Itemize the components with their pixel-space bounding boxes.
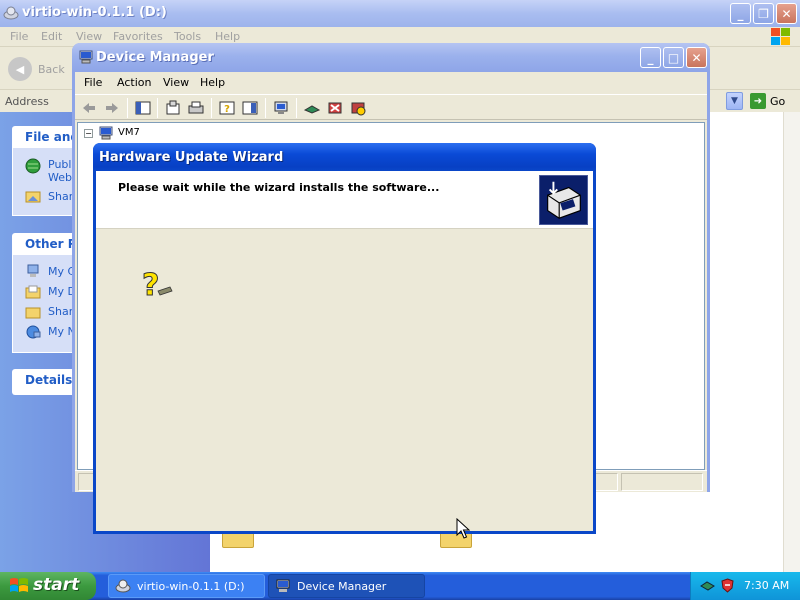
menu-view[interactable]: View: [163, 76, 189, 89]
back-arrow-icon: ◀: [8, 57, 32, 81]
disable-icon[interactable]: [350, 100, 366, 116]
back-button[interactable]: ◀ Back: [8, 57, 65, 81]
toolbar-separator: [296, 98, 297, 118]
go-arrow-icon: ➜: [750, 93, 766, 109]
address-dropdown-button[interactable]: ▼: [726, 92, 743, 110]
console-tree-icon[interactable]: [242, 100, 258, 116]
minimize-button[interactable]: _: [730, 3, 751, 24]
back-icon[interactable]: [81, 100, 97, 116]
clock: 7:30 AM: [744, 579, 790, 592]
vertical-scrollbar[interactable]: [783, 112, 800, 572]
hardware-update-wizard-dialog: Hardware Update Wizard Please wait while…: [93, 143, 596, 534]
task-publish[interactable]: Publi: [48, 158, 75, 171]
hardware-tray-icon[interactable]: [700, 578, 715, 593]
go-button[interactable]: ➜ Go: [750, 93, 785, 109]
scan-hardware-icon[interactable]: [273, 100, 289, 116]
taskbar-button-label: Device Manager: [297, 579, 387, 593]
close-button[interactable]: ✕: [686, 47, 707, 68]
task-web[interactable]: Web: [48, 171, 72, 184]
cd-drive-icon: [3, 6, 19, 20]
print-icon[interactable]: [188, 100, 204, 116]
menu-help[interactable]: Help: [215, 30, 240, 43]
status-cell: [621, 473, 703, 491]
cd-drive-icon: [115, 579, 131, 593]
toolbar-separator: [211, 98, 212, 118]
tree-root-label[interactable]: VM7: [118, 127, 140, 138]
taskbar: start virtio-win-0.1.1 (D:) Device Manag…: [0, 572, 800, 600]
windows-logo-icon: [771, 28, 790, 45]
back-label: Back: [38, 62, 65, 76]
maximize-button[interactable]: □: [663, 47, 684, 68]
shared-folder-icon: [25, 307, 41, 319]
menu-favorites[interactable]: Favorites: [113, 30, 163, 43]
menu-file[interactable]: File: [84, 76, 102, 89]
show-hide-tree-icon[interactable]: [135, 100, 151, 116]
explorer-title-bar[interactable]: virtio-win-0.1.1 (D:) _ ❐ ✕: [0, 0, 800, 27]
menu-tools[interactable]: Tools: [174, 30, 201, 43]
wizard-body: Please wait while the wizard installs th…: [96, 171, 593, 531]
toolbar-separator: [265, 98, 266, 118]
uninstall-icon[interactable]: [327, 100, 343, 116]
my-documents-icon: [25, 285, 41, 299]
wizard-header: Please wait while the wizard installs th…: [96, 171, 593, 229]
address-label: Address: [5, 95, 49, 108]
menu-view[interactable]: View: [76, 30, 102, 43]
globe-icon: [25, 158, 41, 174]
security-shield-icon[interactable]: [720, 578, 735, 593]
menu-edit[interactable]: Edit: [41, 30, 62, 43]
device-manager-toolbar: ?: [75, 94, 707, 120]
taskbar-button-device-manager[interactable]: Device Manager: [268, 574, 425, 598]
forward-icon[interactable]: [104, 100, 120, 116]
my-computer-icon: [27, 264, 39, 277]
start-label: start: [33, 575, 80, 595]
place-shared[interactable]: Shar: [48, 305, 73, 318]
svg-text:?: ?: [142, 268, 159, 303]
share-folder-icon: [25, 191, 41, 203]
menu-help[interactable]: Help: [200, 76, 225, 89]
minimize-button[interactable]: _: [640, 47, 661, 68]
windows-flag-icon: [10, 578, 28, 592]
mouse-cursor-icon: [456, 518, 470, 539]
wizard-title: Hardware Update Wizard: [99, 150, 284, 165]
wizard-heading: Please wait while the wizard installs th…: [118, 181, 440, 194]
tree-collapse-toggle[interactable]: −: [84, 129, 93, 138]
menu-file[interactable]: File: [10, 30, 28, 43]
system-tray: 7:30 AM: [690, 572, 800, 600]
svg-text:?: ?: [224, 104, 230, 115]
close-button[interactable]: ✕: [776, 3, 797, 24]
go-label: Go: [770, 94, 786, 108]
my-network-icon: [26, 325, 41, 339]
update-driver-icon[interactable]: [304, 100, 320, 116]
taskbar-button-explorer[interactable]: virtio-win-0.1.1 (D:): [108, 574, 265, 598]
device-manager-menu-bar: File Action View Help: [75, 72, 707, 94]
task-share[interactable]: Shar: [48, 190, 73, 203]
wizard-title-bar[interactable]: Hardware Update Wizard: [93, 143, 596, 171]
toolbar-separator: [127, 98, 128, 118]
searching-question-mark-icon: ?: [142, 268, 173, 303]
explorer-title: virtio-win-0.1.1 (D:): [22, 5, 167, 20]
menu-action[interactable]: Action: [117, 76, 151, 89]
maximize-button[interactable]: ❐: [753, 3, 774, 24]
taskbar-button-label: virtio-win-0.1.1 (D:): [137, 579, 245, 593]
help-icon[interactable]: ?: [219, 100, 235, 116]
computer-icon: [276, 579, 290, 592]
computer-icon: [99, 126, 113, 140]
start-button[interactable]: start: [0, 572, 96, 600]
device-manager-title: Device Manager: [96, 50, 214, 65]
properties-icon[interactable]: [165, 100, 181, 116]
hardware-install-icon: [539, 175, 588, 225]
toolbar-separator: [157, 98, 158, 118]
computer-icon: [79, 50, 93, 64]
device-manager-title-bar[interactable]: Device Manager _ □ ✕: [72, 43, 710, 72]
